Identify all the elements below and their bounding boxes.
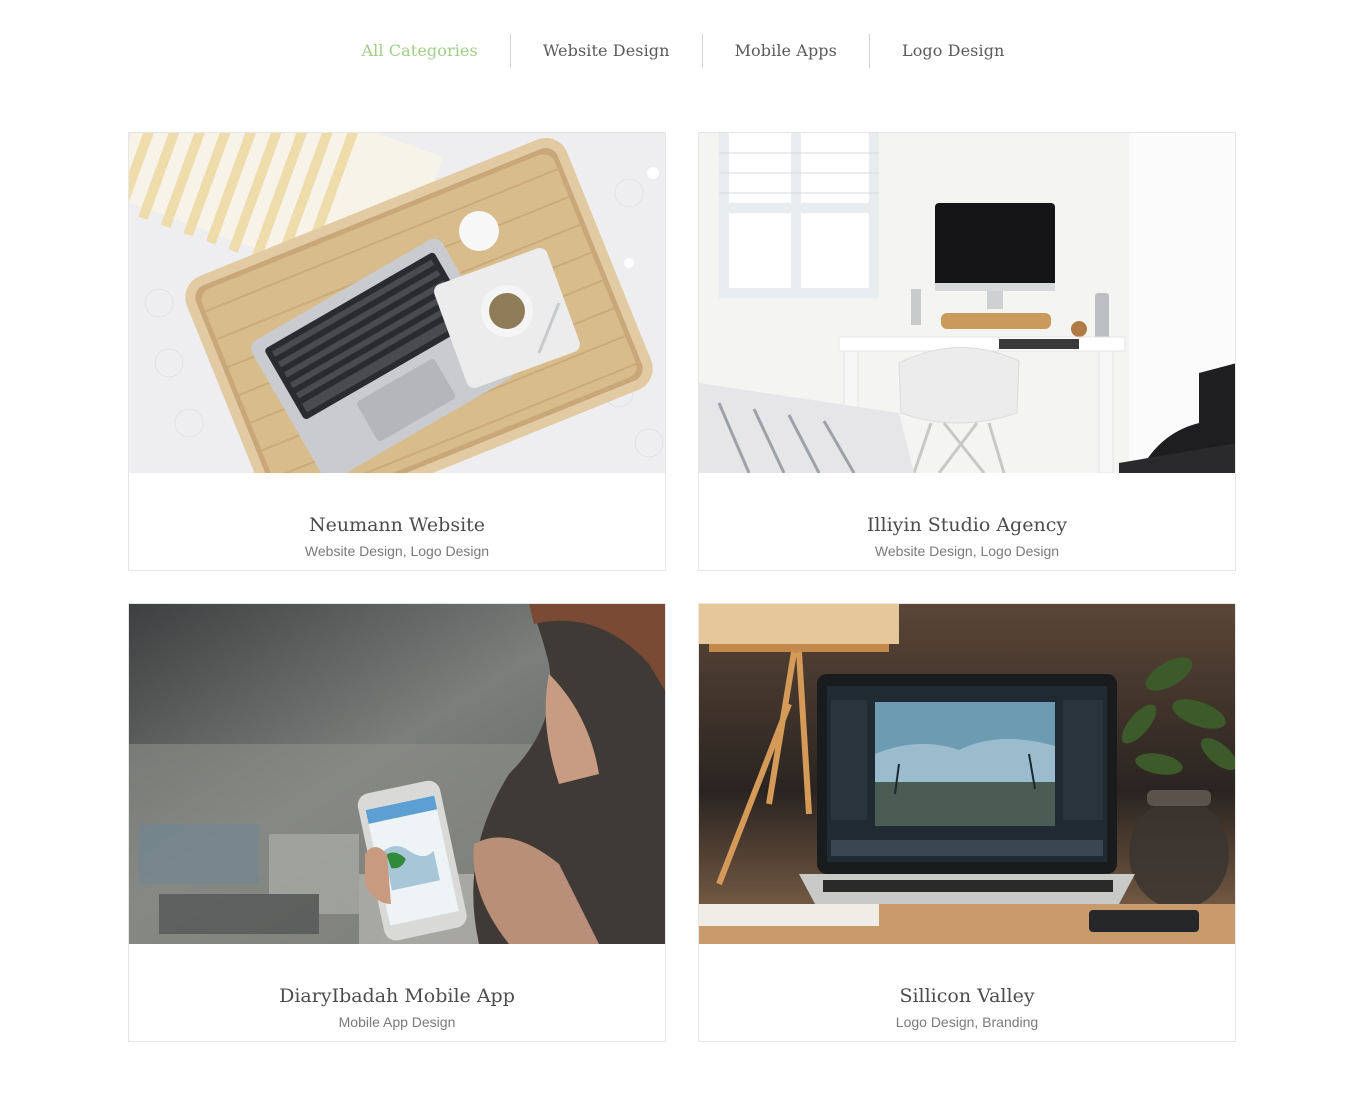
- portfolio-thumbnail-laptop-desk[interactable]: [699, 604, 1235, 944]
- portfolio-categories: Logo Design, Branding: [895, 1014, 1039, 1030]
- filter-logo-design[interactable]: Logo Design: [868, 34, 1037, 68]
- portfolio-card[interactable]: Neumann Website Website Design, Logo Des…: [128, 132, 666, 571]
- portfolio-thumbnail-laptop-tray[interactable]: [129, 133, 665, 473]
- hand-holding-phone-image: [129, 604, 665, 944]
- portfolio-thumbnail-white-desk[interactable]: [699, 133, 1235, 473]
- filter-all-categories[interactable]: All Categories: [330, 34, 510, 68]
- laptop-on-wicker-tray-image: [129, 133, 665, 473]
- portfolio-card[interactable]: Sillicon Valley Logo Design, Branding: [698, 603, 1236, 1042]
- portfolio-card[interactable]: DiaryIbadah Mobile App Mobile App Design: [128, 603, 666, 1042]
- laptop-photo-editing-image: [699, 604, 1235, 944]
- portfolio-title[interactable]: DiaryIbadah Mobile App: [129, 985, 665, 1007]
- filter-website-design[interactable]: Website Design: [509, 34, 702, 68]
- portfolio-title[interactable]: Neumann Website: [129, 514, 665, 536]
- portfolio-title[interactable]: Illiyin Studio Agency: [699, 514, 1235, 536]
- portfolio-grid: Neumann Website Website Design, Logo Des…: [128, 132, 1238, 1044]
- portfolio-categories: Website Design, Logo Design: [874, 543, 1060, 559]
- portfolio-title[interactable]: Sillicon Valley: [699, 985, 1235, 1007]
- white-desk-workspace-image: [699, 133, 1235, 473]
- portfolio-thumbnail-phone[interactable]: [129, 604, 665, 944]
- filter-mobile-apps[interactable]: Mobile Apps: [701, 34, 869, 68]
- portfolio-card[interactable]: Illiyin Studio Agency Website Design, Lo…: [698, 132, 1236, 571]
- category-filter-bar: All Categories Website Design Mobile App…: [0, 34, 1366, 68]
- portfolio-categories: Mobile App Design: [338, 1014, 456, 1030]
- portfolio-categories: Website Design, Logo Design: [304, 543, 490, 559]
